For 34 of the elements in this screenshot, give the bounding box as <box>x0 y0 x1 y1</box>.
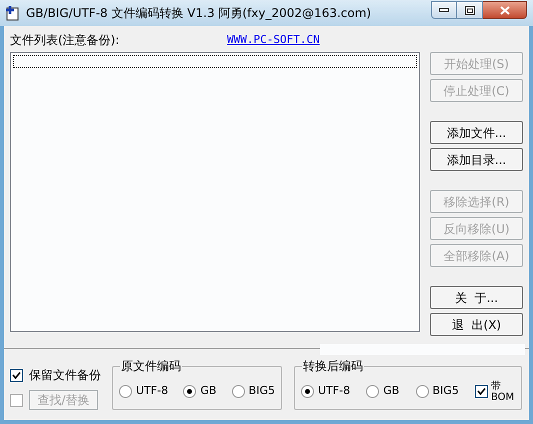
check-icon <box>477 387 486 396</box>
radio-label: BIG5 <box>432 383 459 400</box>
minimize-icon <box>439 8 449 12</box>
radio-button[interactable] <box>232 385 245 398</box>
radio-label: GB <box>200 383 216 400</box>
action-button[interactable]: 添加目录... <box>430 148 523 171</box>
close-icon <box>500 6 510 14</box>
maximize-icon <box>464 6 474 14</box>
group-title: 转换后编码 <box>302 359 364 373</box>
website-link[interactable]: WWW.PC-SOFT.CN <box>227 32 320 48</box>
action-button[interactable]: 退 出(X) <box>430 313 523 336</box>
action-button[interactable]: 添加文件... <box>430 121 523 144</box>
close-button[interactable] <box>483 1 527 19</box>
radio-button[interactable] <box>301 385 314 398</box>
radio-label: UTF-8 <box>318 383 350 400</box>
minimize-button[interactable] <box>431 1 457 19</box>
bom-label: 带 BOM <box>491 380 515 402</box>
checkbox[interactable] <box>475 385 488 398</box>
radio-button[interactable] <box>366 385 380 398</box>
file-list-label: 文件列表(注意备份): <box>10 32 120 49</box>
radio-button[interactable] <box>119 385 132 398</box>
checkbox[interactable] <box>10 368 23 382</box>
radio-label: UTF-8 <box>136 383 168 400</box>
checkbox-label: 保留文件备份 <box>29 367 101 384</box>
maximize-button[interactable] <box>457 1 483 19</box>
radio-label: BIG5 <box>248 383 275 400</box>
check-icon <box>12 370 21 380</box>
action-button[interactable]: 关 于... <box>430 286 523 309</box>
radio-label: GB <box>383 383 400 400</box>
app-icon <box>6 5 20 21</box>
radio-button[interactable] <box>416 385 428 398</box>
window-title: GB/BIG/UTF-8 文件编码转换 V1.3 阿勇(fxy_2002@163.com) <box>26 5 372 22</box>
group-title: 原文件编码 <box>120 359 182 373</box>
radio-button[interactable] <box>183 385 196 398</box>
